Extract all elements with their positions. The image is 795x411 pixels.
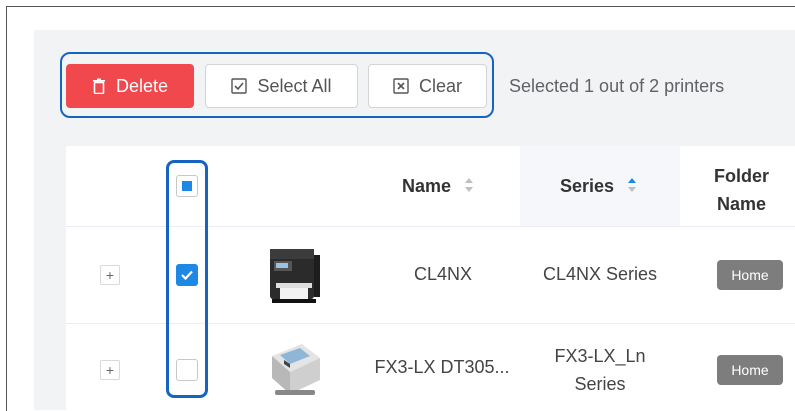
- clear-button-label: Clear: [418, 75, 462, 96]
- printer-image-cl4nx: [262, 245, 326, 312]
- folder-badge[interactable]: Home: [717, 260, 783, 290]
- select-all-button-label: Select All: [257, 75, 332, 96]
- column-header-name[interactable]: Name: [402, 176, 474, 198]
- checkbox-column-highlight: [166, 160, 208, 398]
- printer-name: FX3-LX DT305...: [374, 357, 510, 377]
- selection-status: Selected 1 out of 2 printers: [509, 76, 725, 96]
- folder-badge[interactable]: Home: [717, 355, 783, 385]
- printer-series: CL4NX Series: [542, 264, 658, 284]
- delete-button[interactable]: Delete: [66, 64, 194, 108]
- select-all-button[interactable]: Select All: [205, 64, 358, 108]
- column-name-label: Name: [402, 176, 452, 196]
- printer-name: CL4NX: [413, 264, 473, 284]
- column-folder-label-line1: Folder: [714, 166, 770, 186]
- clear-button[interactable]: Clear: [368, 64, 487, 108]
- printer-series-line2: Series: [574, 374, 626, 394]
- column-header-folder[interactable]: Folder Name: [714, 162, 769, 218]
- printer-series: FX3-LX_Ln Series: [520, 342, 680, 398]
- printer-series-line1: FX3-LX_Ln: [554, 346, 646, 366]
- column-series-label: Series: [560, 176, 615, 196]
- trash-icon: [92, 78, 106, 94]
- printer-image-fx3: [262, 338, 326, 407]
- column-folder-label-line2: Name: [716, 194, 767, 214]
- column-header-series[interactable]: Series: [560, 176, 637, 198]
- delete-button-label: Delete: [115, 75, 169, 96]
- expand-row-button[interactable]: +: [100, 265, 120, 285]
- sort-asc-icon[interactable]: [627, 177, 637, 198]
- sort-icon[interactable]: [464, 177, 474, 198]
- expand-row-button[interactable]: +: [100, 360, 120, 380]
- x-box-icon: [393, 78, 409, 94]
- checkbox-icon: [231, 78, 248, 94]
